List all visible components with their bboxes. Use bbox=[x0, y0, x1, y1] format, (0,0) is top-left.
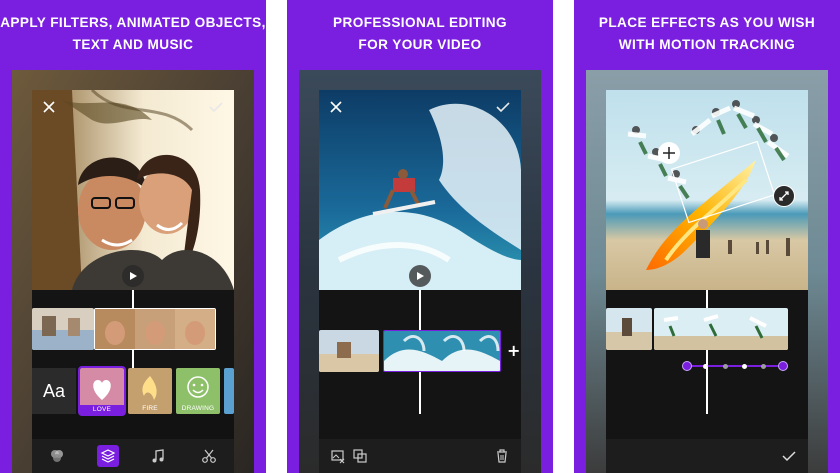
duplicate-button[interactable] bbox=[349, 445, 371, 467]
caption-line-2: FOR YOUR VIDEO bbox=[358, 37, 482, 52]
caption-line-1: APPLY FILTERS, ANIMATED OBJECTS, bbox=[0, 15, 266, 30]
panel-caption: PROFESSIONAL EDITING FOR YOUR VIDEO bbox=[287, 12, 553, 56]
close-button[interactable] bbox=[42, 100, 56, 114]
close-icon bbox=[330, 101, 342, 113]
image-settings-icon bbox=[331, 450, 345, 464]
editor-screen: + bbox=[319, 90, 521, 473]
caption-line-1: PROFESSIONAL EDITING bbox=[333, 15, 507, 30]
play-button[interactable] bbox=[122, 265, 144, 287]
tracking-rotate-handle[interactable] bbox=[773, 185, 795, 207]
video-preview[interactable] bbox=[32, 90, 234, 290]
editor-screen bbox=[606, 90, 808, 473]
panel-editing: PROFESSIONAL EDITING FOR YOUR VIDEO + bbox=[287, 0, 553, 473]
video-preview[interactable] bbox=[319, 90, 521, 290]
clip-thumbnail[interactable] bbox=[606, 308, 652, 350]
layers-icon bbox=[100, 449, 116, 463]
add-clip-button[interactable]: + bbox=[507, 341, 520, 360]
tracking-range-bar[interactable] bbox=[686, 365, 784, 367]
panel-tracking: PLACE EFFECTS AS YOU WISH WITH MOTION TR… bbox=[574, 0, 840, 473]
layers-button[interactable] bbox=[96, 445, 119, 467]
effect-love[interactable]: LOVE bbox=[78, 366, 126, 416]
phone-frame bbox=[586, 70, 828, 473]
trash-icon bbox=[497, 449, 507, 463]
crosshair-icon bbox=[663, 147, 675, 159]
close-icon bbox=[43, 101, 55, 113]
caption-line-2: TEXT AND MUSIC bbox=[72, 37, 194, 52]
bottom-toolbar bbox=[32, 439, 234, 473]
duplicate-icon bbox=[353, 449, 367, 463]
phone-frame: + bbox=[299, 70, 541, 473]
panel-caption: PLACE EFFECTS AS YOU WISH WITH MOTION TR… bbox=[574, 12, 840, 56]
range-end-handle[interactable] bbox=[778, 361, 788, 371]
text-effect-button[interactable]: Aa bbox=[32, 368, 76, 414]
bottom-toolbar bbox=[606, 439, 808, 473]
effects-row: Aa LOVE FIRE DRAWING bbox=[32, 366, 234, 416]
bottom-toolbar bbox=[319, 439, 521, 473]
scissors-icon bbox=[201, 449, 216, 463]
close-button[interactable] bbox=[329, 100, 343, 114]
effect-drawing[interactable]: DRAWING bbox=[176, 368, 220, 414]
panel-filters: APPLY FILTERS, ANIMATED OBJECTS, TEXT AN… bbox=[0, 0, 266, 473]
keyframe-dot[interactable] bbox=[761, 363, 766, 369]
caption-line-2: WITH MOTION TRACKING bbox=[618, 37, 796, 52]
effect-label: DRAWING bbox=[181, 405, 215, 412]
music-button[interactable] bbox=[147, 445, 169, 467]
effect-partial[interactable] bbox=[224, 368, 234, 414]
clip-thumbnail-selected[interactable] bbox=[94, 308, 216, 350]
clip-thumbnail[interactable] bbox=[319, 330, 379, 372]
timeline[interactable] bbox=[606, 290, 808, 440]
app-store-screenshots: APPLY FILTERS, ANIMATED OBJECTS, TEXT AN… bbox=[0, 0, 840, 473]
effect-label: LOVE bbox=[80, 405, 124, 414]
effect-label: FIRE bbox=[142, 405, 158, 412]
rotate-arrows-icon bbox=[779, 191, 789, 201]
check-icon bbox=[496, 102, 510, 113]
keyframe-dot[interactable] bbox=[703, 363, 708, 369]
editor-screen: Aa LOVE FIRE DRAWING bbox=[32, 90, 234, 473]
clip-thumbnail-selected[interactable] bbox=[383, 330, 501, 372]
filters-icon bbox=[51, 450, 64, 462]
panel-caption: APPLY FILTERS, ANIMATED OBJECTS, TEXT AN… bbox=[0, 12, 266, 56]
image-settings-button[interactable] bbox=[327, 445, 349, 467]
couple-photo bbox=[32, 90, 234, 290]
keyframe-dot[interactable] bbox=[723, 363, 728, 369]
tracking-resize-handle[interactable] bbox=[658, 142, 680, 164]
delete-button[interactable] bbox=[491, 445, 513, 467]
play-icon bbox=[130, 272, 137, 280]
music-icon bbox=[152, 449, 164, 463]
confirm-button[interactable] bbox=[208, 100, 224, 114]
done-button[interactable] bbox=[778, 445, 800, 467]
phone-frame: Aa LOVE FIRE DRAWING bbox=[12, 70, 254, 473]
effect-fire[interactable]: FIRE bbox=[128, 368, 172, 414]
timeline[interactable]: + bbox=[319, 290, 521, 440]
video-preview[interactable] bbox=[606, 90, 808, 290]
play-button[interactable] bbox=[409, 265, 431, 287]
keyframe-dot[interactable] bbox=[742, 363, 747, 369]
trim-button[interactable] bbox=[198, 445, 220, 467]
check-icon bbox=[209, 102, 223, 113]
range-start-handle[interactable] bbox=[682, 361, 692, 371]
filters-button[interactable] bbox=[46, 445, 68, 467]
play-icon bbox=[417, 272, 424, 280]
check-icon bbox=[782, 451, 796, 462]
surfer-photo bbox=[319, 90, 521, 290]
confirm-button[interactable] bbox=[495, 100, 511, 114]
timeline[interactable]: Aa LOVE FIRE DRAWING bbox=[32, 290, 234, 416]
caption-line-1: PLACE EFFECTS AS YOU WISH bbox=[598, 15, 816, 30]
tracked-clip-thumbnail[interactable] bbox=[654, 308, 788, 350]
clip-thumbnail[interactable] bbox=[32, 308, 94, 350]
